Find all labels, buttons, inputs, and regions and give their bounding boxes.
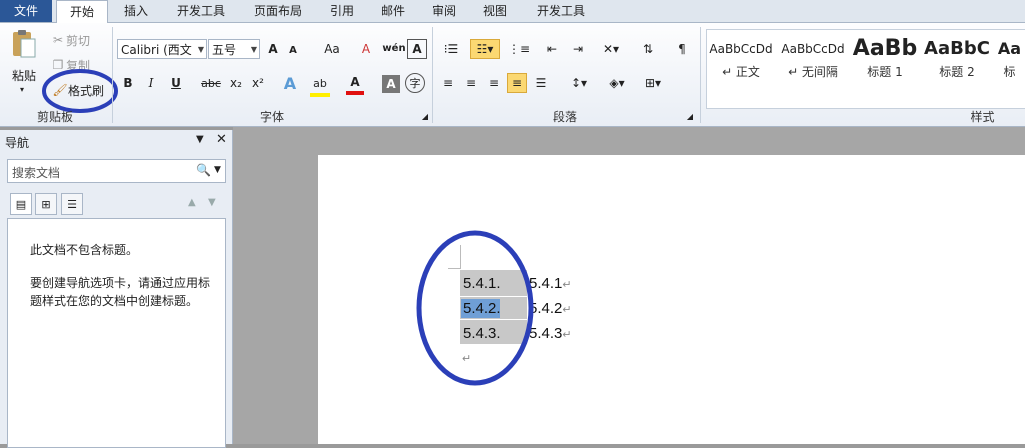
style-normal[interactable]: AaBbCcDd ↵ 正文 bbox=[706, 35, 776, 85]
increase-indent-icon[interactable]: ⇥ bbox=[568, 39, 588, 59]
separator bbox=[700, 27, 701, 123]
bold-button[interactable]: B bbox=[118, 73, 138, 93]
ribbon: 粘贴 ▾ ✂ 剪切 ❐ 复制 🖌 格式刷 剪贴板 Calibri (西文 ▼ 五号 ▼ A… bbox=[0, 23, 1025, 127]
chevron-down-icon: ▼ bbox=[250, 45, 257, 54]
nav-search-input[interactable]: 搜索文档 bbox=[12, 164, 60, 181]
distributed-icon[interactable]: ☰ bbox=[531, 73, 551, 93]
style-no-spacing[interactable]: AaBbCcDd ↵ 无间隔 bbox=[778, 35, 848, 85]
styles-group-label: 样式 bbox=[970, 110, 995, 124]
annotation-ellipse-list bbox=[416, 230, 534, 386]
style-heading-2[interactable]: AaBbC 标题 2 bbox=[922, 35, 992, 85]
tab-view[interactable]: 视图 bbox=[473, 0, 517, 22]
nav-pane-body: 此文档不包含标题。 要创建导航选项卡，请通过应用标题样式在您的文档中创建标题。 bbox=[7, 218, 226, 448]
justify-icon[interactable]: ≡ bbox=[507, 73, 527, 93]
nav-tab-headings[interactable]: ▤ bbox=[10, 193, 32, 215]
char-shading-button[interactable]: A bbox=[382, 75, 400, 93]
underline-button[interactable]: U bbox=[166, 73, 186, 93]
grow-font-button[interactable]: A bbox=[264, 39, 282, 59]
tab-page-layout[interactable]: 页面布局 bbox=[243, 0, 313, 22]
clear-format-button[interactable]: A bbox=[356, 39, 376, 59]
font-name-combo[interactable]: Calibri (西文 ▼ bbox=[117, 39, 207, 59]
paste-dropdown-icon[interactable]: ▾ bbox=[14, 83, 30, 95]
multilevel-list-icon[interactable]: ⋮≡ bbox=[506, 39, 532, 59]
superscript-button[interactable]: x² bbox=[248, 73, 268, 93]
align-right-icon[interactable]: ≡ bbox=[484, 73, 504, 93]
align-left-icon[interactable]: ≡ bbox=[438, 73, 458, 93]
tab-developer[interactable]: 开发工具 bbox=[165, 0, 237, 22]
shrink-font-button[interactable]: A bbox=[284, 41, 302, 59]
paragraph-group-label: 段落 bbox=[552, 110, 577, 124]
results-icon: ☰ bbox=[67, 197, 77, 211]
font-group-label: 字体 bbox=[259, 110, 284, 124]
tab-insert[interactable]: 插入 bbox=[113, 0, 159, 22]
italic-button[interactable]: I bbox=[141, 73, 161, 93]
next-arrow-icon[interactable]: ▼ bbox=[208, 197, 216, 208]
previous-arrow-icon[interactable]: ▲ bbox=[188, 197, 196, 208]
scissors-icon: ✂ bbox=[52, 33, 64, 47]
paragraph-mark: ↵ bbox=[562, 279, 572, 291]
font-size-combo[interactable]: 五号 ▼ bbox=[208, 39, 260, 59]
subscript-button[interactable]: x₂ bbox=[226, 73, 246, 93]
ribbon-tab-bar: 文件 开始 插入 开发工具 页面布局 引用 邮件 审阅 视图 开发工具 bbox=[0, 0, 1025, 24]
sort-icon[interactable]: ⇅ bbox=[638, 39, 658, 59]
nav-no-headings-message: 此文档不包含标题。 bbox=[30, 243, 139, 257]
dialog-launcher-icon[interactable]: ◢ bbox=[420, 111, 430, 121]
cut-button[interactable]: ✂ 剪切 bbox=[50, 32, 98, 48]
paragraph-mark: ↵ bbox=[562, 304, 572, 316]
tab-home[interactable]: 开始 bbox=[56, 0, 108, 24]
change-case-button[interactable]: Aa bbox=[318, 39, 346, 59]
nav-tab-pages[interactable]: ⊞ bbox=[35, 193, 57, 215]
enclose-char-button[interactable]: 字 bbox=[405, 73, 425, 93]
style-heading-3[interactable]: Aa 标 bbox=[994, 35, 1025, 85]
phonetic-guide-button[interactable]: wén bbox=[382, 37, 406, 59]
chevron-down-icon[interactable]: ▼ bbox=[196, 134, 204, 145]
chevron-down-icon: ▼ bbox=[197, 45, 204, 54]
tab-file[interactable]: 文件 bbox=[0, 0, 52, 22]
nav-pane-title: 导航 bbox=[5, 136, 30, 150]
align-center-icon[interactable]: ≡ bbox=[461, 73, 481, 93]
tab-developer-2[interactable]: 开发工具 bbox=[525, 0, 597, 22]
shading-bucket-icon[interactable]: ◈▾ bbox=[604, 73, 630, 93]
tab-mailings[interactable]: 邮件 bbox=[371, 0, 415, 22]
text-effects-button[interactable]: A bbox=[280, 72, 300, 94]
dialog-launcher-icon[interactable]: ◢ bbox=[685, 111, 695, 121]
bullets-icon[interactable]: ⁝☰ bbox=[438, 39, 464, 59]
pages-grid-icon: ⊞ bbox=[41, 197, 51, 211]
style-heading-1[interactable]: AaBb 标题 1 bbox=[850, 35, 920, 85]
tab-review[interactable]: 审阅 bbox=[422, 0, 466, 22]
highlight-button[interactable]: ab bbox=[310, 73, 330, 97]
chinese-layout-icon[interactable]: ✕▾ bbox=[598, 39, 624, 59]
strikethrough-button[interactable]: abc bbox=[200, 73, 222, 93]
char-border-button[interactable]: A bbox=[407, 39, 427, 59]
annotation-ellipse-format-painter bbox=[42, 69, 118, 113]
tab-references[interactable]: 引用 bbox=[320, 0, 364, 22]
show-marks-icon[interactable]: ¶ bbox=[672, 39, 692, 59]
font-color-button[interactable]: A bbox=[346, 73, 364, 95]
headings-icon: ▤ bbox=[15, 197, 27, 211]
clipboard-group-label: 剪贴板 bbox=[36, 110, 73, 124]
close-icon[interactable]: ✕ bbox=[216, 132, 227, 147]
numbering-icon[interactable]: ☷▾ bbox=[470, 39, 500, 59]
decrease-indent-icon[interactable]: ⇤ bbox=[542, 39, 562, 59]
chevron-down-icon[interactable]: ▼ bbox=[214, 165, 221, 175]
paste-icon[interactable] bbox=[6, 29, 42, 59]
paste-button[interactable]: 粘贴 bbox=[4, 67, 44, 83]
search-icon[interactable]: 🔍 bbox=[196, 163, 211, 177]
borders-icon[interactable]: ⊞▾ bbox=[640, 73, 666, 93]
nav-help-message: 要创建导航选项卡，请通过应用标题样式在您的文档中创建标题。 bbox=[30, 276, 211, 308]
nav-tab-results[interactable]: ☰ bbox=[61, 193, 83, 215]
paragraph-mark: ↵ bbox=[562, 329, 572, 341]
line-spacing-icon[interactable]: ↕▾ bbox=[566, 73, 592, 93]
nav-search-box[interactable]: 搜索文档 🔍 ▼ bbox=[7, 159, 226, 183]
